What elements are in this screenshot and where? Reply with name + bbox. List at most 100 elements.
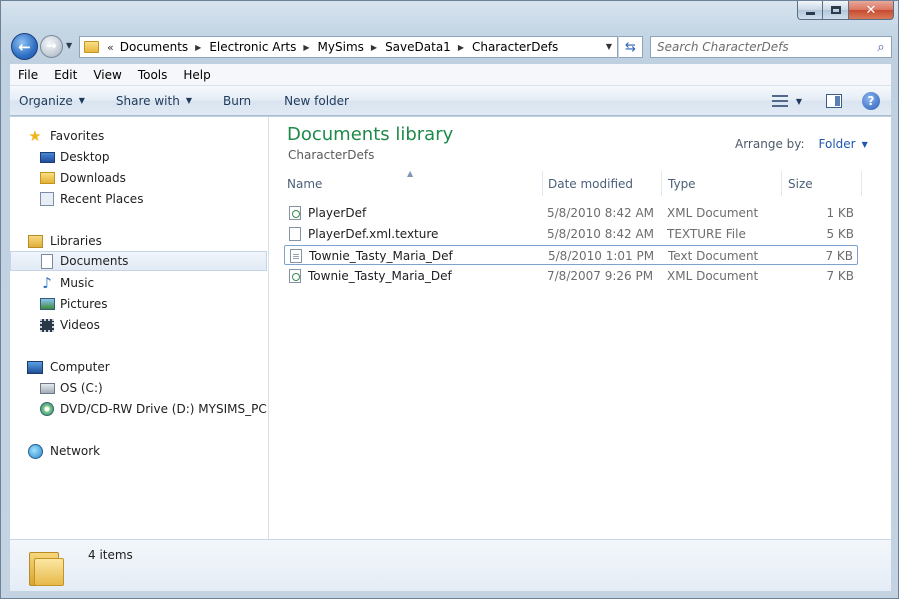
file-name: Townie_Tasty_Maria_Def [309, 249, 453, 263]
file-row[interactable]: Townie_Tasty_Maria_Def 7/8/2007 9:26 PM … [284, 266, 858, 286]
organize-label: Organize [19, 93, 73, 108]
menu-help[interactable]: Help [175, 68, 218, 82]
nav-network-label: Network [50, 444, 101, 458]
back-arrow-icon: ← [18, 37, 31, 56]
file-row[interactable]: Townie_Tasty_Maria_Def 5/8/2010 1:01 PM … [284, 245, 858, 265]
column-header-type[interactable]: Type [662, 171, 782, 196]
search-icon[interactable]: ⌕ [871, 40, 891, 55]
preview-pane-icon[interactable] [826, 94, 842, 108]
network-icon [27, 443, 43, 459]
column-name-label: Name [287, 176, 323, 191]
menu-view[interactable]: View [85, 68, 129, 82]
nav-computer[interactable]: Computer [10, 357, 267, 377]
column-header-name[interactable]: Name [281, 171, 543, 196]
favorites-star-icon: ★ [28, 127, 42, 145]
breadcrumb-separator-icon[interactable]: ▶ [371, 43, 377, 52]
nav-music-label: Music [60, 276, 95, 290]
address-row: ← → ▼ « Documents ▶ Electronic Arts ▶ My… [1, 31, 899, 61]
command-bar-right: ▼ ? [771, 86, 891, 116]
menu-file[interactable]: File [10, 68, 46, 82]
file-date: 5/8/2010 8:42 AM [547, 206, 655, 220]
burn-button[interactable]: Burn [214, 94, 261, 108]
breadcrumb-electronic-arts[interactable]: Electronic Arts [209, 40, 296, 54]
menu-tools[interactable]: Tools [130, 68, 176, 82]
nav-dvd-drive[interactable]: DVD/CD-RW Drive (D:) MYSIMS_PC [10, 399, 267, 419]
organize-button[interactable]: Organize ▼ [10, 94, 95, 108]
close-button[interactable]: ✕ [849, 1, 894, 20]
close-icon: ✕ [865, 2, 877, 18]
xml-file-icon [289, 206, 301, 220]
breadcrumb-documents[interactable]: Documents [120, 40, 188, 54]
breadcrumb-savedata1[interactable]: SaveData1 [385, 40, 451, 54]
views-icon[interactable] [771, 95, 788, 107]
nav-videos[interactable]: Videos [10, 315, 267, 335]
library-title: Documents library [287, 124, 454, 145]
views-dropdown-icon[interactable]: ▼ [796, 97, 802, 106]
search-box[interactable]: ⌕ [650, 36, 892, 58]
pictures-icon [39, 296, 55, 312]
breadcrumb-separator-icon[interactable]: ▶ [458, 43, 464, 52]
videos-icon [39, 317, 55, 333]
nav-favorites-label: Favorites [50, 129, 105, 143]
downloads-folder-icon [39, 170, 55, 186]
explorer-window: ✕ ← → ▼ « Documents ▶ Electronic Arts ▶ … [0, 0, 899, 599]
breadcrumb-separator-icon[interactable]: ▶ [195, 43, 201, 52]
nav-pictures[interactable]: Pictures [10, 294, 267, 314]
minimize-button[interactable] [797, 1, 823, 20]
file-row[interactable]: PlayerDef 5/8/2010 8:42 AM XML Document … [284, 203, 858, 223]
refresh-button[interactable]: ⇆ [619, 36, 643, 58]
nav-music[interactable]: ♪ Music [10, 273, 267, 293]
arrange-by-value[interactable]: Folder [819, 137, 856, 151]
nav-os-drive[interactable]: OS (C:) [10, 378, 267, 398]
column-header-date[interactable]: Date modified [542, 171, 662, 196]
maximize-button[interactable] [823, 1, 849, 20]
nav-dvd-drive-label: DVD/CD-RW Drive (D:) MYSIMS_PC [60, 402, 267, 416]
command-bar: Organize ▼ Share with ▼ Burn New folder … [10, 86, 891, 116]
nav-downloads[interactable]: Downloads [10, 168, 267, 188]
music-icon: ♪ [42, 274, 52, 292]
address-dropdown-icon[interactable]: ▼ [606, 42, 612, 51]
share-with-button[interactable]: Share with ▼ [107, 94, 202, 108]
address-bar[interactable]: « Documents ▶ Electronic Arts ▶ MySims ▶… [79, 36, 618, 58]
search-input[interactable] [651, 40, 871, 54]
file-type: XML Document [667, 206, 759, 220]
column-header-size[interactable]: Size [782, 171, 862, 196]
folder-icon [84, 41, 99, 53]
back-button[interactable]: ← [11, 33, 38, 60]
nav-downloads-label: Downloads [60, 171, 126, 185]
xml-file-icon [289, 269, 301, 283]
minimize-icon [805, 11, 815, 15]
chevron-down-icon: ▼ [185, 96, 192, 105]
breadcrumb-mysims[interactable]: MySims [318, 40, 364, 54]
text-file-icon [290, 249, 302, 263]
file-date: 5/8/2010 1:01 PM [548, 249, 655, 263]
recent-pages-dropdown[interactable]: ▼ [66, 41, 72, 50]
file-name: Townie_Tasty_Maria_Def [308, 269, 452, 283]
nav-network[interactable]: Network [10, 441, 267, 461]
help-icon[interactable]: ? [862, 92, 880, 110]
caption-buttons: ✕ [797, 1, 894, 21]
file-size: 5 KB [826, 227, 854, 241]
file-date: 5/8/2010 8:42 AM [547, 227, 655, 241]
arrange-by: Arrange by: Folder ▼ [735, 137, 868, 151]
details-pane: 4 items [10, 539, 891, 591]
breadcrumb-characterdefs[interactable]: CharacterDefs [472, 40, 558, 54]
nav-documents[interactable]: Documents [10, 251, 267, 271]
library-subtitle: CharacterDefs [288, 148, 375, 162]
file-row[interactable]: PlayerDef.xml.texture 5/8/2010 8:42 AM T… [284, 224, 858, 244]
nav-desktop-label: Desktop [60, 150, 110, 164]
column-size-label: Size [788, 176, 813, 191]
chevron-down-icon[interactable]: ▼ [862, 140, 868, 149]
nav-desktop[interactable]: Desktop [10, 147, 267, 167]
menu-edit[interactable]: Edit [46, 68, 85, 82]
breadcrumb-separator-icon[interactable]: ▶ [303, 43, 309, 52]
file-type: XML Document [667, 269, 759, 283]
nav-libraries[interactable]: Libraries [10, 231, 267, 251]
breadcrumb-overflow-icon[interactable]: « [107, 41, 114, 54]
nav-recent-places[interactable]: Recent Places [10, 189, 267, 209]
nav-pictures-label: Pictures [60, 297, 108, 311]
nav-favorites[interactable]: ★ Favorites [10, 126, 267, 146]
forward-button[interactable]: → [40, 35, 63, 58]
new-folder-button[interactable]: New folder [275, 94, 359, 108]
nav-recent-places-label: Recent Places [60, 192, 144, 206]
